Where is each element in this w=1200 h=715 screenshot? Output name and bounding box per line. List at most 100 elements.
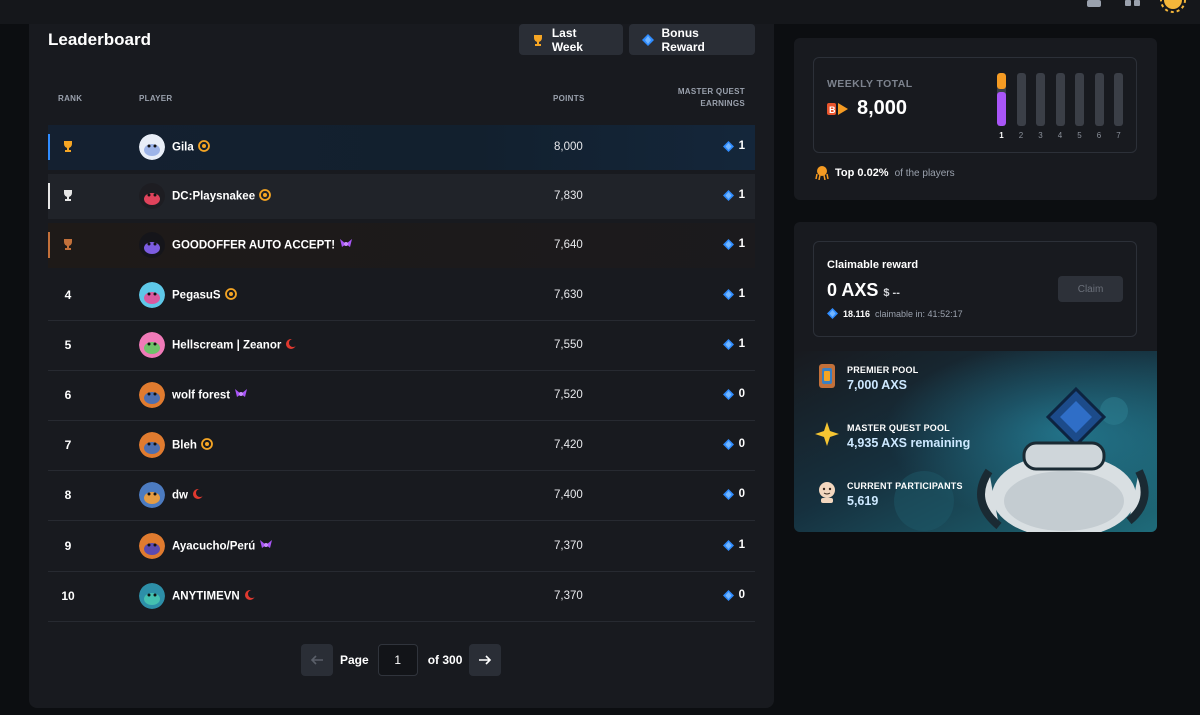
avatar[interactable] (139, 583, 165, 609)
participants-label: CURRENT PARTICIPANTS (847, 481, 963, 491)
player-name-cell[interactable]: Ayacucho/Perú (172, 539, 273, 554)
period-button[interactable]: Last Week (519, 24, 623, 55)
player-name-cell[interactable]: PegasuS (172, 288, 237, 303)
day-progress-fill (997, 92, 1006, 126)
table-row[interactable]: GOODOFFER AUTO ACCEPT! 7,640 1 (48, 223, 755, 268)
avatar[interactable] (139, 134, 165, 160)
avatar[interactable] (139, 432, 165, 458)
player-earnings: 0 (722, 488, 745, 500)
table-row[interactable]: 4 PegasuS 7,630 1 (48, 273, 755, 321)
rank-number: 4 (64, 288, 72, 302)
player-name[interactable]: DC:Playsnakee (172, 191, 255, 203)
table-row[interactable]: 6 wolf forest 7,520 0 (48, 373, 755, 421)
red-moon-badge-icon (192, 488, 204, 503)
top-percent-value: Top 0.02% (835, 167, 889, 179)
day-number: 5 (1077, 131, 1082, 140)
player-name[interactable]: Gila (172, 142, 194, 154)
player-name-cell[interactable]: ANYTIMEVN (172, 589, 256, 604)
player-name-cell[interactable]: GOODOFFER AUTO ACCEPT! (172, 238, 353, 253)
weekly-total-box: WEEKLY TOTAL B 8,000 1 2 3 4 5 6 7 (813, 57, 1137, 153)
table-row[interactable]: DC:Playsnakee 7,830 1 (48, 174, 755, 219)
player-name[interactable]: ANYTIMEVN (172, 591, 240, 603)
day-number: 2 (1018, 131, 1024, 140)
earnings-column-header: MASTER QUEST EARNINGS (645, 86, 745, 110)
avatar[interactable] (139, 232, 165, 258)
player-name-cell[interactable]: Gila (172, 140, 210, 155)
top-percent-suffix: of the players (894, 167, 955, 179)
axs-diamond-icon (722, 438, 734, 450)
weekly-total-value: B 8,000 (827, 97, 907, 120)
orange-spiral-badge-icon (259, 189, 272, 204)
row-divider (48, 370, 755, 371)
orange-spiral-badge-icon (197, 140, 210, 155)
avatar[interactable] (139, 332, 165, 358)
cart-icon[interactable] (1085, 0, 1103, 10)
player-earnings: 1 (722, 288, 745, 300)
rank-number: 10 (61, 589, 75, 603)
day-progress-bar (1094, 73, 1104, 126)
arrow-right-icon (479, 655, 492, 665)
player-name[interactable]: dw (172, 490, 188, 502)
day-progress-bar (1016, 73, 1026, 126)
player-name[interactable]: Ayacucho/Perú (172, 541, 255, 553)
avatar[interactable] (139, 482, 165, 508)
premier-pool-value: 7,000 AXS (847, 378, 907, 392)
current-participants: CURRENT PARTICIPANTS 5,619 (815, 479, 963, 508)
table-row[interactable]: 10 ANYTIMEVN 7,370 0 (48, 574, 755, 622)
earnings-value: 0 (738, 488, 745, 500)
earnings-value: 1 (738, 288, 745, 300)
day-progress-bar (997, 73, 1006, 126)
player-earnings: 1 (722, 539, 745, 551)
avatar[interactable] (139, 533, 165, 559)
weekly-total-number: 8,000 (857, 97, 908, 119)
player-name-cell[interactable]: Hellscream | Zeanor (172, 338, 298, 353)
table-row[interactable]: 9 Ayacucho/Perú 7,370 1 (48, 524, 755, 572)
claimable-reward-title: Claimable reward (827, 259, 919, 271)
top-bar (0, 0, 1200, 24)
player-name[interactable]: GOODOFFER AUTO ACCEPT! (172, 240, 335, 252)
earnings-value: 1 (738, 238, 745, 250)
player-points: 7,520 (554, 389, 583, 401)
earnings-value: 1 (738, 140, 745, 152)
claimable-countdown: 18.116 claimable in: 41:52:17 (827, 308, 963, 319)
bonus-reward-button[interactable]: Bonus Reward (629, 24, 755, 55)
player-name[interactable]: Hellscream | Zeanor (172, 340, 281, 352)
avatar[interactable] (139, 282, 165, 308)
next-page-button[interactable] (469, 644, 502, 676)
table-row[interactable]: Gila 8,000 1 (48, 125, 755, 170)
axs-diamond-icon (722, 488, 734, 500)
axs-diamond-icon (722, 189, 734, 201)
player-name[interactable]: Bleh (172, 440, 197, 452)
rank-accent-bar (48, 134, 50, 160)
table-row[interactable]: 7 Bleh 7,420 0 (48, 423, 755, 471)
avatar[interactable] (139, 382, 165, 408)
rank-number: 7 (64, 438, 72, 452)
player-name-cell[interactable]: dw (172, 488, 204, 503)
table-row[interactable]: 8 dw 7,400 0 (48, 473, 755, 521)
player-name-cell[interactable]: DC:Playsnakee (172, 189, 272, 204)
red-moon-badge-icon (244, 589, 256, 604)
earnings-value: 0 (738, 589, 745, 601)
weekly-total-label: WEEKLY TOTAL (827, 78, 913, 90)
octopus-icon (815, 166, 829, 180)
table-row[interactable]: 5 Hellscream | Zeanor 7,550 1 (48, 323, 755, 371)
sun-avatar-icon[interactable] (1160, 0, 1186, 14)
prev-page-button[interactable] (301, 644, 333, 676)
row-divider (48, 470, 755, 471)
claim-button[interactable]: Claim (1058, 276, 1123, 302)
avatar[interactable] (139, 183, 165, 209)
orange-spiral-badge-icon (201, 438, 213, 453)
top-percentile: Top 0.02% of the players (815, 166, 955, 180)
leaderboard-title: Leaderboard (48, 30, 151, 49)
player-name[interactable]: wolf forest (172, 390, 230, 402)
player-name[interactable]: PegasuS (172, 290, 221, 302)
apps-grid-icon[interactable] (1124, 0, 1142, 10)
day-number: 4 (1057, 131, 1063, 140)
page-number-input[interactable] (377, 644, 418, 676)
day-progress-bar (1055, 73, 1065, 126)
player-name-cell[interactable]: wolf forest (172, 388, 248, 403)
player-name-cell[interactable]: Bleh (172, 438, 213, 453)
gold-star-icon (815, 422, 839, 446)
player-points: 7,640 (554, 239, 583, 251)
rank-number: 8 (64, 488, 72, 502)
